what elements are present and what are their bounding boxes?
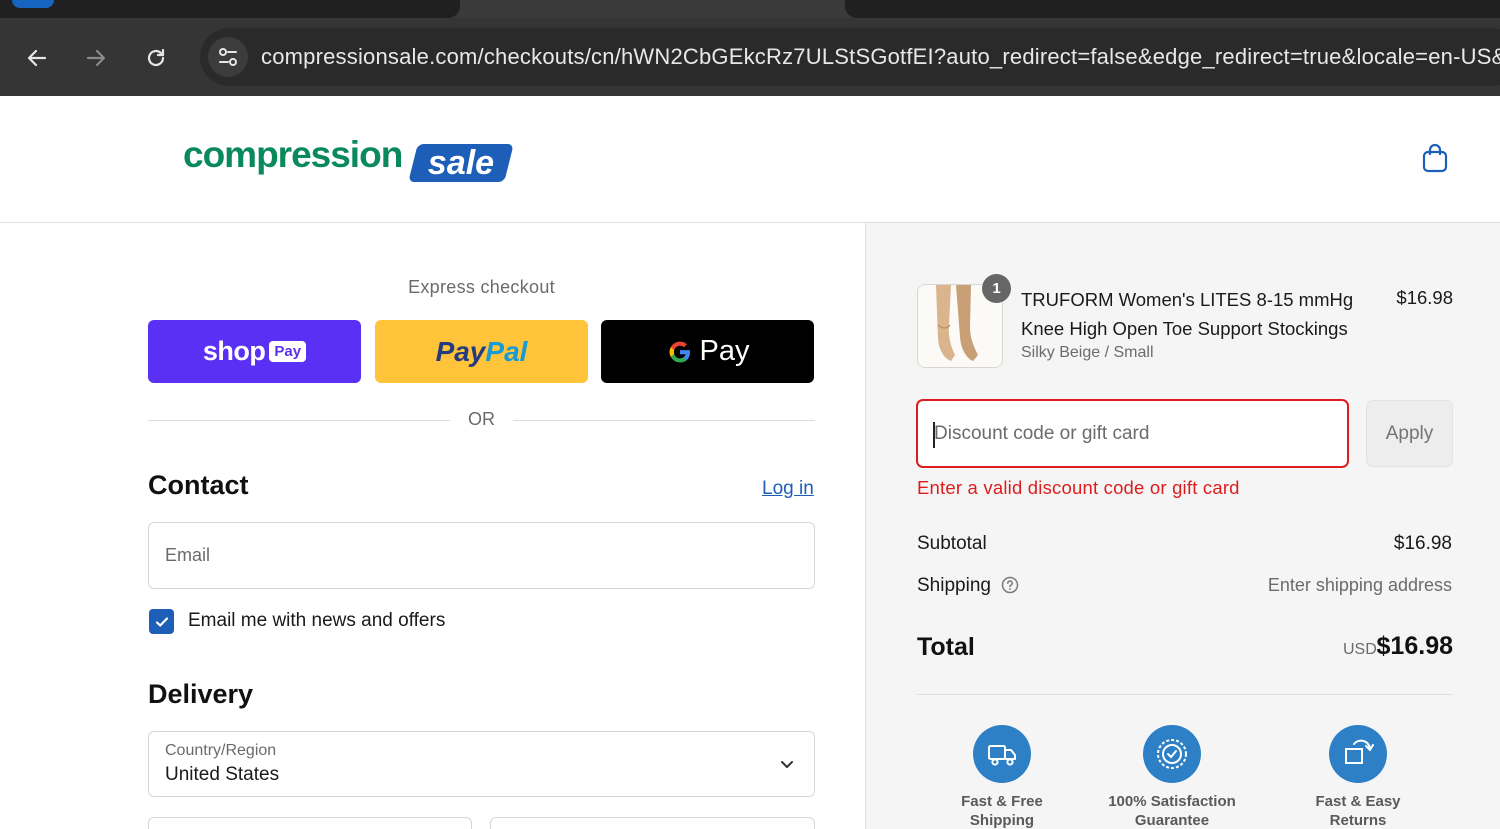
badge-fast-free-shipping: Fast & Free Shipping xyxy=(912,792,1092,829)
store-logo[interactable]: compression sale xyxy=(183,134,514,186)
contact-heading: Contact xyxy=(148,470,249,500)
badge-line: Shipping xyxy=(969,812,1035,829)
shop-pay-button[interactable]: shop Pay xyxy=(148,320,361,383)
total-value: $16.98 xyxy=(1376,632,1453,660)
country-value: United States xyxy=(165,764,280,785)
return-icon xyxy=(1329,725,1387,783)
paypal-wordmark-pay: Pay xyxy=(435,335,486,367)
country-select[interactable]: Country/Region United States xyxy=(148,731,815,797)
total-label: Total xyxy=(917,633,975,661)
email-placeholder: Email xyxy=(165,545,211,565)
discount-placeholder: Discount code or gift card xyxy=(934,423,1150,444)
country-label: Country/Region xyxy=(165,742,277,759)
badge-satisfaction-guarantee: 100% Satisfaction Guarantee xyxy=(1082,792,1262,829)
badge-line: Fast & Free xyxy=(961,793,1043,810)
shopping-bag-icon xyxy=(1422,143,1448,173)
badge-line: Guarantee xyxy=(1134,812,1210,829)
apply-discount-button[interactable]: Apply xyxy=(1366,400,1453,467)
shipping-label: Shipping xyxy=(917,575,1019,597)
truck-icon xyxy=(973,725,1031,783)
chevron-down-icon xyxy=(781,761,793,768)
express-checkout-label: Express checkout xyxy=(408,277,555,297)
logo-sale-badge: sale xyxy=(408,144,514,182)
tune-icon xyxy=(219,48,237,66)
badge-line: Fast & Easy xyxy=(1315,793,1401,810)
shop-header: compression sale xyxy=(0,96,1500,223)
browser-tab[interactable] xyxy=(0,0,460,18)
checkout-form: Express checkout shop Pay Pay Pal Pay OR … xyxy=(0,223,865,829)
url-text[interactable]: compressionsale.com/checkouts/cn/hWN2CbG… xyxy=(261,44,1500,70)
or-text: OR xyxy=(468,409,495,429)
delivery-heading: Delivery xyxy=(148,679,254,709)
login-link[interactable]: Log in xyxy=(762,478,814,500)
address-bar[interactable]: compressionsale.com/checkouts/cn/hWN2CbG… xyxy=(200,28,1500,86)
first-name-field[interactable] xyxy=(148,817,472,829)
help-circle-icon[interactable] xyxy=(1001,576,1019,594)
newsletter-label[interactable]: Email me with news and offers xyxy=(188,610,445,632)
tab-favicon-icon xyxy=(12,0,54,8)
checkmark-icon xyxy=(155,616,168,627)
shipping-value: Enter shipping address xyxy=(1267,575,1452,595)
product-price: $16.98 xyxy=(1396,287,1453,308)
badge-line: 100% Satisfaction xyxy=(1108,793,1236,810)
google-g-icon xyxy=(669,341,690,362)
discount-error-message: Enter a valid discount code or gift card xyxy=(917,477,1240,498)
summary-divider xyxy=(917,694,1453,695)
site-info-button[interactable] xyxy=(208,37,248,77)
subtotal-label: Subtotal xyxy=(917,533,987,554)
back-button[interactable] xyxy=(17,38,57,78)
quantity-badge: 1 xyxy=(982,274,1011,303)
browser-toolbar: compressionsale.com/checkouts/cn/hWN2CbG… xyxy=(0,18,1500,96)
product-title: TRUFORM Women's LITES 8-15 mmHg Knee Hig… xyxy=(1021,289,1354,339)
reload-icon xyxy=(147,48,165,67)
paypal-button[interactable]: Pay Pal xyxy=(375,320,588,383)
logo-sale-text: sale xyxy=(427,144,495,182)
newsletter-checkbox[interactable] xyxy=(149,609,174,634)
arrow-right-icon xyxy=(86,49,106,67)
cart-button[interactable] xyxy=(1420,142,1450,174)
logo-wordmark: compression xyxy=(183,134,403,175)
discount-code-input[interactable]: Discount code or gift card xyxy=(916,399,1349,468)
order-summary: 1 TRUFORM Women's LITES 8-15 mmHg Knee H… xyxy=(865,223,1500,829)
shipping-label-text: Shipping xyxy=(917,575,991,596)
email-field[interactable]: Email xyxy=(148,522,815,589)
forward-button[interactable] xyxy=(76,38,116,78)
total-currency: USD xyxy=(1343,641,1377,658)
subtotal-value: $16.98 xyxy=(1393,533,1452,554)
or-divider: OR xyxy=(148,409,815,431)
last-name-field[interactable] xyxy=(490,817,815,829)
shop-pay-wordmark: shop xyxy=(202,336,266,366)
google-pay-button[interactable]: Pay xyxy=(601,320,814,383)
google-pay-label: Pay xyxy=(699,335,750,367)
paypal-wordmark-pal: Pal xyxy=(485,335,528,367)
badge-easy-returns: Fast & Easy Returns xyxy=(1268,792,1448,829)
arrow-left-icon xyxy=(27,49,47,67)
badge-line: Returns xyxy=(1329,812,1387,829)
shop-pay-tag: Pay xyxy=(269,341,307,362)
product-variant: Silky Beige / Small xyxy=(1021,344,1154,361)
seal-icon xyxy=(1143,725,1201,783)
browser-tab[interactable] xyxy=(845,0,1500,18)
reload-button[interactable] xyxy=(136,38,176,78)
